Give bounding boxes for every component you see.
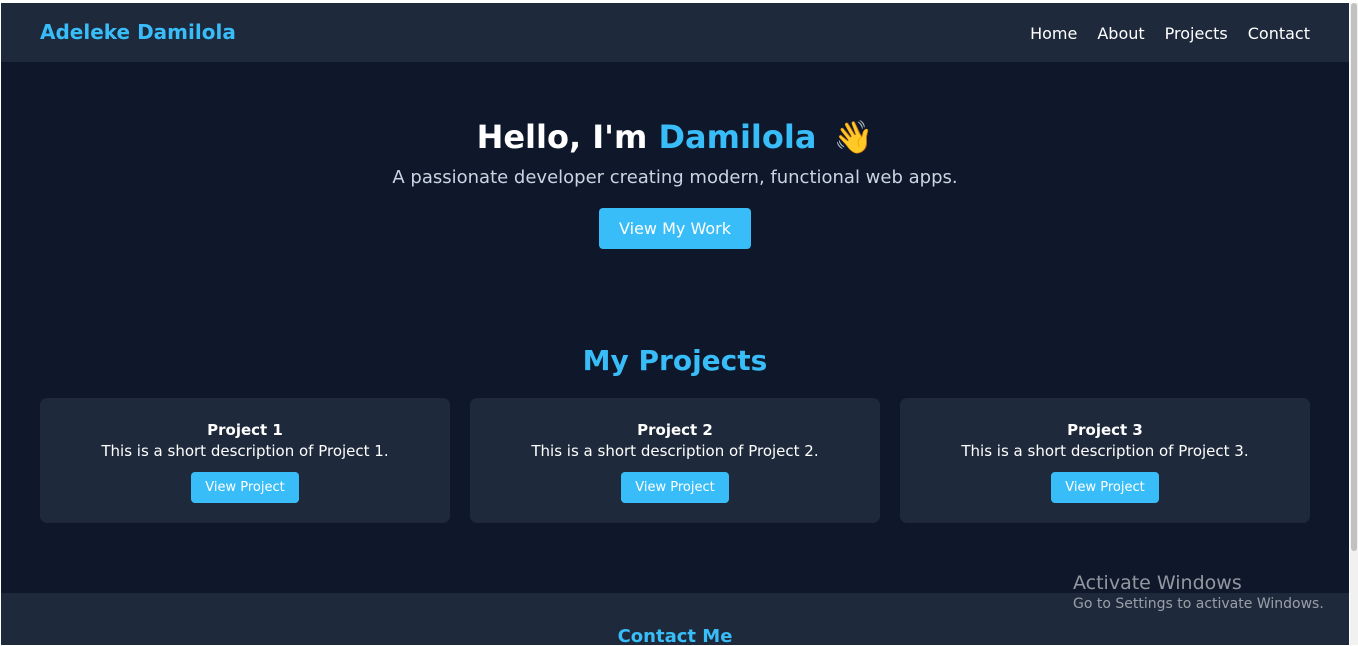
project-title: Project 3 — [1067, 421, 1143, 439]
view-my-work-button[interactable]: View My Work — [599, 208, 751, 249]
nav-link-projects[interactable]: Projects — [1165, 24, 1228, 43]
project-card: Project 1 This is a short description of… — [40, 398, 450, 523]
projects-title: My Projects — [582, 344, 768, 377]
project-description: This is a short description of Project 2… — [531, 442, 819, 460]
view-project-button[interactable]: View Project — [1051, 472, 1159, 503]
view-project-button[interactable]: View Project — [621, 472, 729, 503]
nav-link-about[interactable]: About — [1097, 24, 1144, 43]
brand-logo[interactable]: Adeleke Damilola — [40, 20, 236, 44]
watermark-title: Activate Windows — [1073, 572, 1242, 594]
project-title: Project 1 — [207, 421, 283, 439]
navbar: Adeleke Damilola Home About Projects Con… — [1, 3, 1349, 62]
hero-name: Damilola — [658, 118, 817, 156]
vertical-scrollbar[interactable] — [1350, 3, 1358, 645]
hero-greeting: Hello, I'm — [476, 118, 648, 156]
nav-link-home[interactable]: Home — [1030, 24, 1077, 43]
page-viewport: Adeleke Damilola Home About Projects Con… — [1, 3, 1349, 645]
hero-section: Hello, I'm Damilola 👋 A passionate devel… — [1, 118, 1349, 249]
project-card: Project 3 This is a short description of… — [900, 398, 1310, 523]
windows-activation-watermark: Activate Windows Go to Settings to activ… — [1073, 571, 1324, 613]
project-title: Project 2 — [637, 421, 713, 439]
nav-links: Home About Projects Contact — [1030, 24, 1310, 43]
projects-section: My Projects Project 1 This is a short de… — [1, 343, 1349, 523]
watermark-subtitle: Go to Settings to activate Windows. — [1073, 596, 1324, 612]
project-description: This is a short description of Project 3… — [961, 442, 1249, 460]
project-cards: Project 1 This is a short description of… — [40, 398, 1310, 523]
project-card: Project 2 This is a short description of… — [470, 398, 880, 523]
hero-heading: Hello, I'm Damilola 👋 — [1, 118, 1349, 156]
waving-hand-icon: 👋 — [833, 118, 874, 156]
project-description: This is a short description of Project 1… — [101, 442, 389, 460]
hero-subtitle: A passionate developer creating modern, … — [392, 167, 958, 188]
view-project-button[interactable]: View Project — [191, 472, 299, 503]
nav-link-contact[interactable]: Contact — [1248, 24, 1310, 43]
scrollbar-thumb[interactable] — [1351, 3, 1357, 551]
contact-title: Contact Me — [617, 626, 733, 645]
